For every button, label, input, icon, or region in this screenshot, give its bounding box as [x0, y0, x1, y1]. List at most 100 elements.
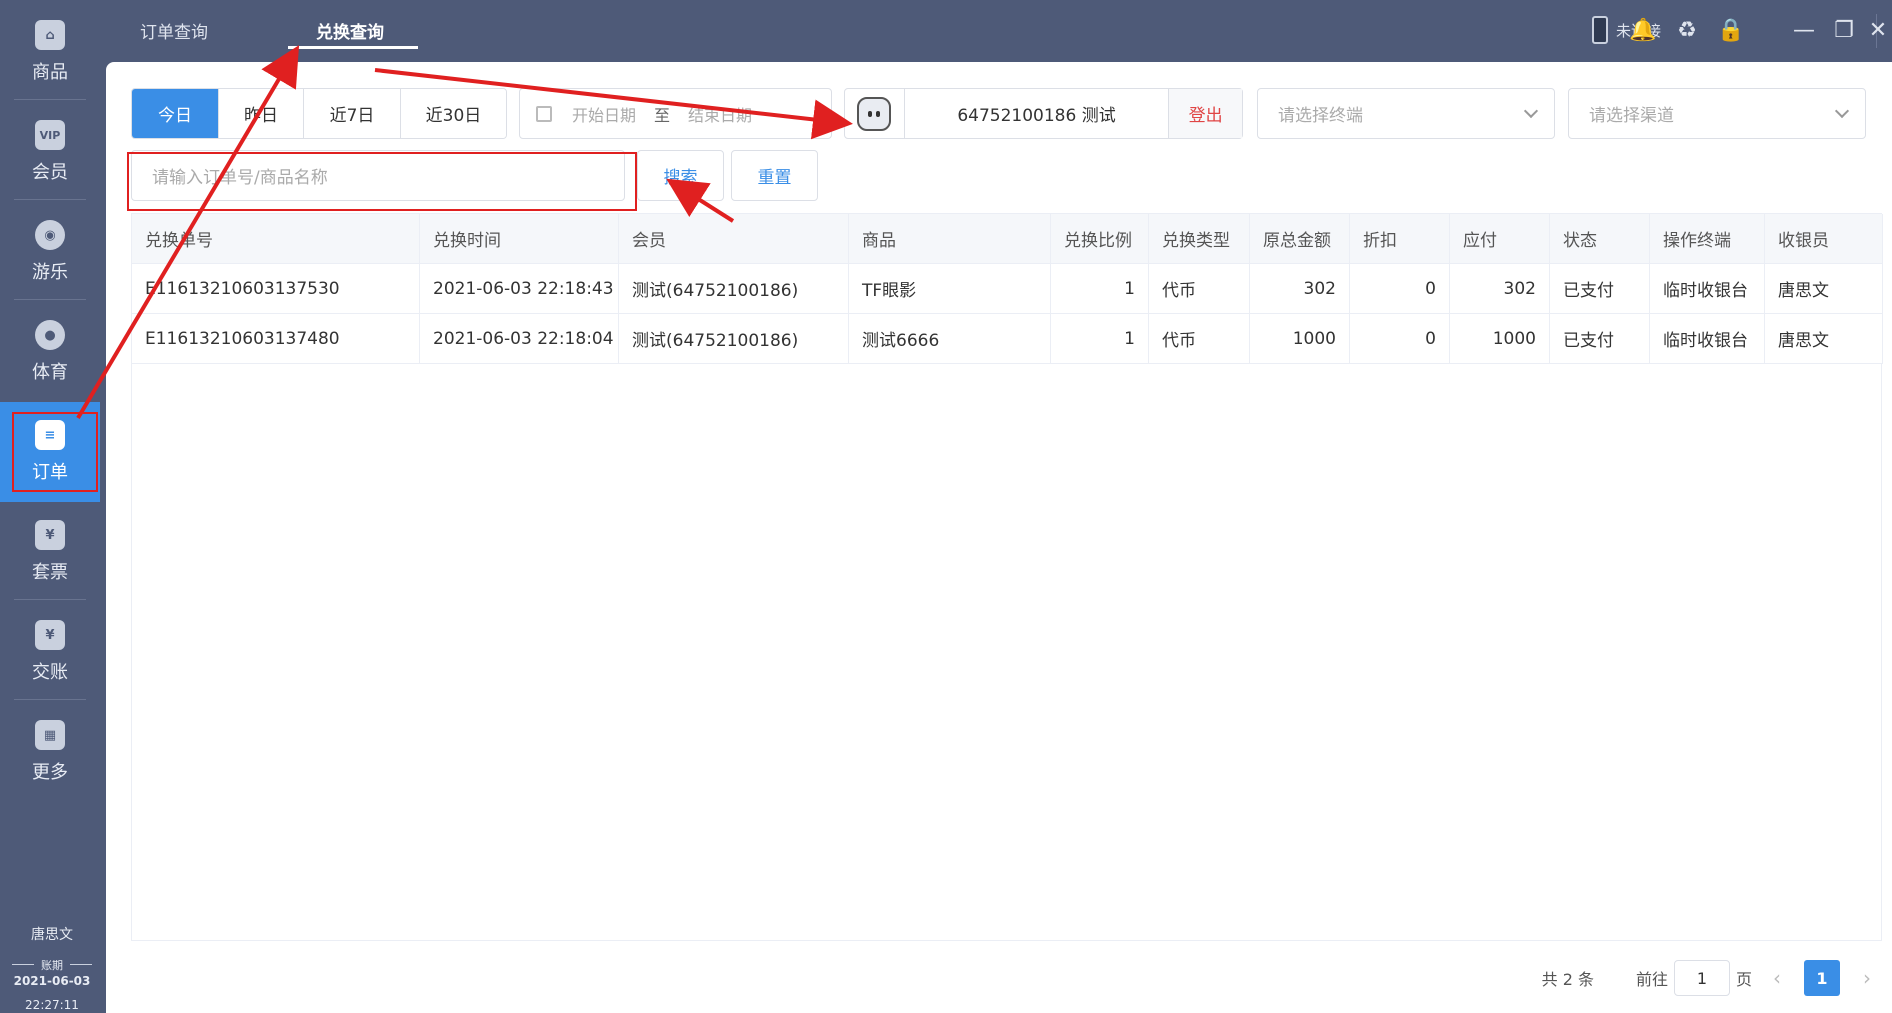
column-header-discount: 折扣: [1350, 214, 1450, 263]
table-header: 兑换单号 兑换时间 会员 商品 兑换比例 兑换类型 原总金额 折扣 应付 状态 操作终端 收银员: [132, 214, 1883, 264]
bag-icon: ⌂: [35, 20, 65, 50]
sidebar-item-label: 会员: [32, 162, 68, 183]
column-header-status: 状态: [1550, 214, 1650, 263]
cell-type: 代币: [1149, 314, 1250, 363]
close-icon[interactable]: ✕: [1864, 16, 1892, 44]
cell-exchange-time: 2021-06-03 22:18:04: [420, 314, 619, 363]
date-range-shortcuts: 今日 昨日 近7日 近30日: [131, 88, 507, 139]
divider: [14, 599, 86, 600]
range-today-button[interactable]: 今日: [132, 89, 219, 138]
end-date-placeholder[interactable]: 结束日期: [688, 102, 752, 126]
pagination: 共 2 条 前往 1 页 ‹ 1 ›: [1542, 960, 1882, 996]
sidebar-item-label: 更多: [32, 762, 68, 783]
cell-payable: 1000: [1450, 314, 1550, 363]
sidebar-item-label: 交账: [32, 662, 68, 683]
column-header-member: 会员: [619, 214, 849, 263]
cell-status: 已支付: [1550, 314, 1650, 363]
range-yesterday-button[interactable]: 昨日: [219, 89, 304, 138]
exchange-table: 兑换单号 兑换时间 会员 商品 兑换比例 兑换类型 原总金额 折扣 应付 状态 操作终端 收银员 E1…: [131, 213, 1883, 941]
start-date-placeholder[interactable]: 开始日期: [572, 102, 636, 126]
ledger-time: 22:27:11: [25, 998, 79, 1012]
avatar: [845, 89, 905, 138]
cell-ratio: 1: [1051, 314, 1149, 363]
column-header-terminal: 操作终端: [1650, 214, 1765, 263]
column-header-payable: 应付: [1450, 214, 1550, 263]
cell-discount: 0: [1350, 314, 1450, 363]
cell-payable: 302: [1450, 264, 1550, 313]
sidebar-item-goods[interactable]: ⌂ 商品: [0, 2, 100, 102]
cell-cashier: 唐思文: [1765, 314, 1883, 363]
reset-button[interactable]: 重置: [731, 150, 818, 201]
range-30days-button[interactable]: 近30日: [401, 89, 506, 138]
column-header-cashier: 收银员: [1765, 214, 1883, 263]
balloon-icon: ◉: [35, 220, 65, 250]
phone-icon: [1592, 16, 1608, 44]
top-bar: 订单查询 兑换查询 未连接 🔔 ♻ 🔒 — ❐ ✕: [106, 0, 1892, 62]
cell-type: 代币: [1149, 264, 1250, 313]
cell-ratio: 1: [1051, 264, 1149, 313]
page-input[interactable]: 1: [1673, 960, 1730, 996]
column-header-exchange-no: 兑换单号: [132, 214, 420, 263]
divider: [14, 99, 86, 100]
sidebar: ⌂ 商品 VIP 会员 ◉ 游乐 ● 体育 ≡ 订单 ¥ 套票 ¥ 交账 ▦ 更…: [0, 0, 106, 1013]
sidebar-item-more[interactable]: ▦ 更多: [0, 702, 100, 802]
range-7days-button[interactable]: 近7日: [304, 89, 401, 138]
tab-exchange-query[interactable]: 兑换查询: [316, 18, 384, 43]
sidebar-item-package-ticket[interactable]: ¥ 套票: [0, 502, 100, 602]
cell-terminal: 临时收银台: [1650, 314, 1765, 363]
logout-button[interactable]: 登出: [1168, 89, 1242, 138]
cell-discount: 0: [1350, 264, 1450, 313]
cell-exchange-time: 2021-06-03 22:18:43: [420, 264, 619, 313]
terminal-select[interactable]: 请选择终端: [1257, 88, 1555, 139]
column-header-exchange-time: 兑换时间: [420, 214, 619, 263]
channel-select[interactable]: 请选择渠道: [1568, 88, 1866, 139]
prev-page-icon[interactable]: ‹: [1762, 960, 1792, 996]
annotation-box-orders: [12, 412, 98, 492]
next-page-icon[interactable]: ›: [1852, 960, 1882, 996]
cell-original-amount: 302: [1250, 264, 1350, 313]
ledger-date: 2021-06-03: [13, 974, 91, 988]
goto-label: 前往: [1635, 970, 1668, 989]
table-row[interactable]: E11613210603137530 2021-06-03 22:18:43 测试(…: [132, 264, 1883, 314]
cell-member: 测试(64752100186): [619, 314, 849, 363]
cell-exchange-no: E11613210603137480: [132, 314, 420, 363]
headset-icon[interactable]: ♻: [1673, 16, 1701, 44]
ticket-icon: ¥: [35, 520, 65, 550]
sidebar-item-settlement[interactable]: ¥ 交账: [0, 602, 100, 702]
active-tab-indicator: [288, 46, 418, 49]
column-header-type: 兑换类型: [1149, 214, 1250, 263]
sidebar-item-member[interactable]: VIP 会员: [0, 102, 100, 202]
divider: [14, 299, 86, 300]
column-header-ratio: 兑换比例: [1051, 214, 1149, 263]
total-count: 共 2 条: [1541, 970, 1594, 989]
date-range-picker[interactable]: 开始日期 至 结束日期: [519, 88, 832, 139]
sidebar-item-amusement[interactable]: ◉ 游乐: [0, 202, 100, 302]
sidebar-item-label: 游乐: [32, 262, 68, 283]
sidebar-item-label: 体育: [32, 362, 68, 383]
member-info: 64752100186 测试: [957, 106, 1116, 126]
chevron-down-icon: [1834, 103, 1850, 119]
page-unit: 页: [1735, 970, 1752, 989]
grid-icon: ▦: [35, 720, 65, 750]
annotation-box-search: [127, 152, 637, 211]
minimize-icon[interactable]: —: [1790, 16, 1818, 44]
channel-placeholder: 请选择渠道: [1589, 106, 1674, 126]
cell-member: 测试(64752100186): [619, 264, 849, 313]
cashier-name: 唐思文: [31, 927, 73, 943]
tab-order-query[interactable]: 订单查询: [140, 18, 208, 43]
ball-icon: ●: [35, 320, 65, 350]
divider: [14, 699, 86, 700]
calendar-icon: [536, 105, 552, 122]
sidebar-item-label: 商品: [32, 62, 68, 83]
member-panel: 64752100186 测试 登出: [844, 88, 1243, 139]
bell-icon[interactable]: 🔔: [1629, 16, 1657, 44]
terminal-placeholder: 请选择终端: [1278, 106, 1363, 126]
restore-icon[interactable]: ❐: [1830, 16, 1858, 44]
current-page-button[interactable]: 1: [1804, 960, 1840, 996]
sidebar-item-sports[interactable]: ● 体育: [0, 302, 100, 402]
divider: [14, 199, 86, 200]
cell-cashier: 唐思文: [1765, 264, 1883, 313]
lock-icon[interactable]: 🔒: [1717, 16, 1745, 44]
search-button[interactable]: 搜索: [637, 150, 724, 201]
table-row[interactable]: E11613210603137480 2021-06-03 22:18:04 测试(…: [132, 314, 1883, 364]
